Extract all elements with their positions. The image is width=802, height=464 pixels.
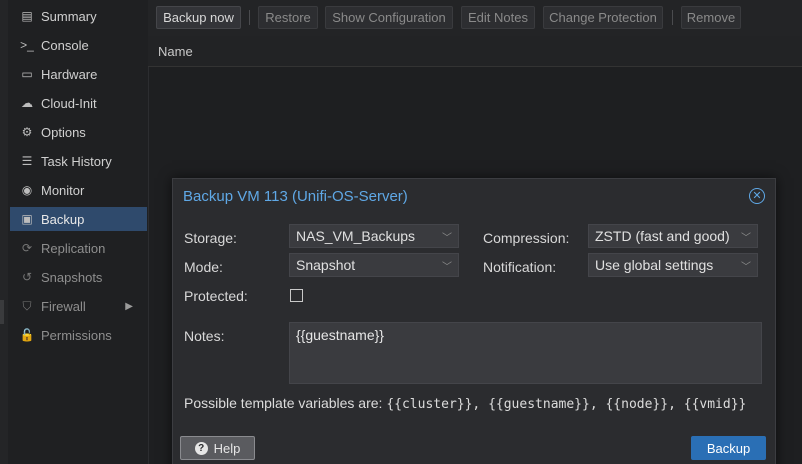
history-icon: ↺ (21, 270, 33, 284)
sidebar-item-label: Task History (41, 153, 112, 169)
task-history-icon: ☰ (21, 154, 33, 168)
toolbar-separator (672, 10, 673, 25)
sidebar-item-label: Replication (41, 240, 106, 256)
help-button-label: Help (213, 440, 241, 456)
sidebar-item-label: Summary (41, 8, 97, 24)
expand-arrow-icon[interactable]: ▶ (125, 301, 133, 312)
storage-value: NAS_VM_Backups (296, 228, 416, 244)
sidebar-item-firewall[interactable]: ⛉ Firewall ▶ (10, 294, 147, 318)
mode-select[interactable]: Snapshot ﹀ (289, 253, 459, 277)
left-panel-edge (0, 0, 8, 464)
sidebar-item-monitor[interactable]: ◉ Monitor (10, 178, 147, 202)
vm-sidebar: ▤ Summary >_ Console ▭ Hardware ☁ Cloud-… (8, 0, 149, 464)
hint-variables: {{cluster}}, {{guestname}}, {{node}}, {{… (386, 397, 747, 412)
sidebar-item-label: Cloud-Init (41, 95, 97, 111)
edit-notes-button[interactable]: Edit Notes (461, 6, 535, 29)
sidebar-item-snapshots[interactable]: ↺ Snapshots (10, 265, 147, 289)
chevron-down-icon[interactable]: ﹀ (741, 258, 751, 273)
console-icon: >_ (20, 38, 34, 52)
chevron-down-icon[interactable]: ﹀ (741, 229, 751, 244)
mode-value: Snapshot (296, 257, 356, 273)
hardware-icon: ▭ (21, 67, 33, 81)
sidebar-item-options[interactable]: ⚙ Options (10, 120, 147, 144)
summary-icon: ▤ (21, 9, 33, 23)
change-protection-button[interactable]: Change Protection (543, 6, 663, 29)
toolbar-separator (249, 10, 250, 25)
storage-select[interactable]: NAS_VM_Backups ﹀ (289, 224, 459, 248)
chevron-down-icon[interactable]: ﹀ (442, 229, 452, 244)
storage-label: Storage: (184, 230, 237, 246)
backup-now-button[interactable]: Backup now (156, 6, 241, 29)
hint-prefix: Possible template variables are: (184, 395, 387, 411)
backup-dialog: Backup VM 113 (Unifi-OS-Server) ✕ Storag… (172, 178, 776, 464)
sidebar-item-hardware[interactable]: ▭ Hardware (10, 62, 147, 86)
backup-button[interactable]: Backup (691, 436, 766, 460)
sidebar-item-label: Monitor (41, 182, 85, 198)
sidebar-item-replication[interactable]: ⟳ Replication (10, 236, 147, 260)
help-button[interactable]: ? Help (180, 436, 255, 460)
notification-value: Use global settings (595, 257, 714, 273)
question-icon: ? (194, 441, 208, 455)
shield-icon: ⛉ (22, 298, 32, 313)
backup-grid-header: Name (148, 36, 802, 67)
close-icon[interactable]: ✕ (749, 188, 765, 204)
mode-label: Mode: (184, 259, 223, 275)
compression-value: ZSTD (fast and good) (595, 228, 730, 244)
floppy-icon: ▣ (21, 212, 33, 226)
show-configuration-button[interactable]: Show Configuration (325, 6, 453, 29)
sidebar-item-console[interactable]: >_ Console (10, 33, 147, 57)
sidebar-item-label: Options (41, 124, 86, 140)
sidebar-item-label: Firewall (41, 298, 86, 314)
sidebar-item-label: Console (41, 37, 89, 53)
column-header-name[interactable]: Name (158, 44, 193, 59)
dialog-title: Backup VM 113 (Unifi-OS-Server) (183, 188, 408, 205)
gear-icon: ⚙ (21, 125, 33, 139)
sidebar-item-label: Snapshots (41, 269, 103, 285)
sidebar-item-label: Hardware (41, 66, 98, 82)
protected-label: Protected: (184, 288, 248, 304)
notes-textarea[interactable]: {{guestname}} (289, 322, 762, 384)
chevron-down-icon[interactable]: ﹀ (442, 258, 452, 273)
protected-checkbox[interactable] (290, 289, 303, 302)
sidebar-item-label: Permissions (41, 327, 112, 343)
restore-button[interactable]: Restore (258, 6, 318, 29)
compression-label: Compression: (483, 230, 570, 246)
cloud-icon: ☁ (21, 96, 33, 110)
notification-select[interactable]: Use global settings ﹀ (588, 253, 758, 277)
unlock-icon: 🔓 (19, 328, 35, 342)
eye-icon: ◉ (21, 183, 33, 197)
sidebar-item-cloud-init[interactable]: ☁ Cloud-Init (10, 91, 147, 115)
panel-resize-handle[interactable] (0, 300, 4, 324)
notes-label: Notes: (184, 328, 225, 344)
app-root: ▤ Summary >_ Console ▭ Hardware ☁ Cloud-… (0, 0, 802, 464)
compression-select[interactable]: ZSTD (fast and good) ﹀ (588, 224, 758, 248)
notification-label: Notification: (483, 259, 557, 275)
sidebar-item-backup[interactable]: ▣ Backup (10, 207, 147, 231)
sidebar-item-task-history[interactable]: ☰ Task History (10, 149, 147, 173)
sidebar-item-label: Backup (41, 211, 85, 227)
remove-button[interactable]: Remove (681, 6, 741, 29)
sidebar-item-summary[interactable]: ▤ Summary (10, 4, 147, 28)
template-variables-hint: Possible template variables are: {{clust… (184, 395, 746, 412)
backup-toolbar: Backup now Restore Show Configuration Ed… (148, 0, 802, 36)
replication-icon: ⟳ (21, 241, 33, 255)
sidebar-item-permissions[interactable]: 🔓 Permissions (10, 323, 147, 347)
